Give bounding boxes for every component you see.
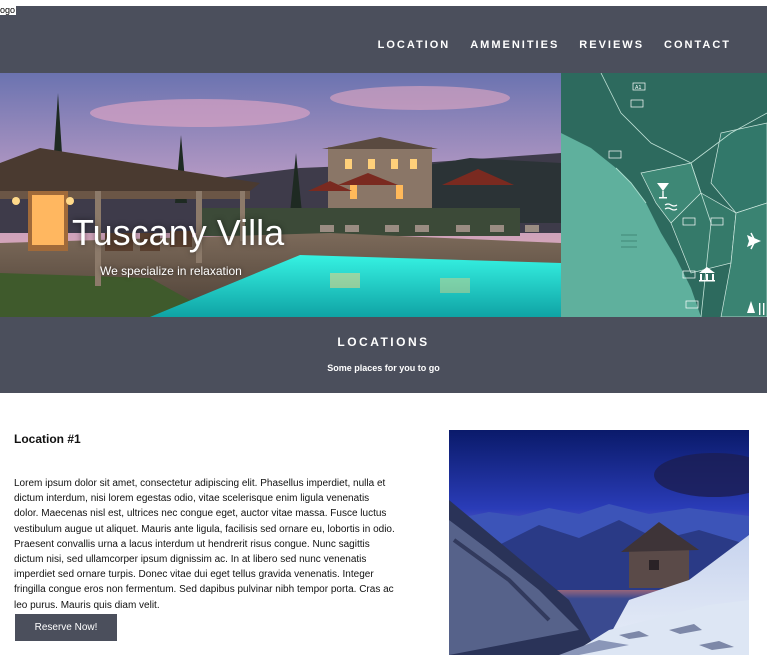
map-label-a1: A1 (635, 85, 642, 91)
nav-link-location[interactable]: LOCATION (378, 39, 451, 51)
nav-link-reviews[interactable]: REVIEWS (579, 39, 644, 51)
location-1-heading: Location #1 (14, 432, 81, 446)
mountain-photo (449, 430, 749, 655)
locations-heading: LOCATIONS (337, 335, 430, 349)
site-header: LOCATION AMMENITIES REVIEWS CONTACT (0, 6, 767, 73)
location-1-description: Lorem ipsum dolor sit amet, consectetur … (14, 478, 395, 611)
map-panel: A1 (561, 73, 767, 317)
locations-section-header: LOCATIONS Some places for you to go (0, 317, 767, 393)
page: ogo LOCATION AMMENITIES REVIEWS CONTACT (0, 0, 767, 659)
hero-banner: A1 Tuscany Villa We specialize in relaxa… (0, 73, 767, 317)
reserve-now-button[interactable]: Reserve Now! (15, 614, 117, 641)
main-nav: LOCATION AMMENITIES REVIEWS CONTACT (378, 39, 731, 51)
villa-photo (0, 73, 561, 317)
locations-subheading: Some places for you to go (327, 363, 440, 373)
nav-link-contact[interactable]: CONTACT (664, 39, 731, 51)
hero-tagline: We specialize in relaxation (100, 264, 242, 278)
hero-title: Tuscany Villa (72, 212, 285, 253)
logo[interactable]: ogo (0, 5, 17, 15)
nav-link-amenities[interactable]: AMMENITIES (470, 39, 559, 51)
